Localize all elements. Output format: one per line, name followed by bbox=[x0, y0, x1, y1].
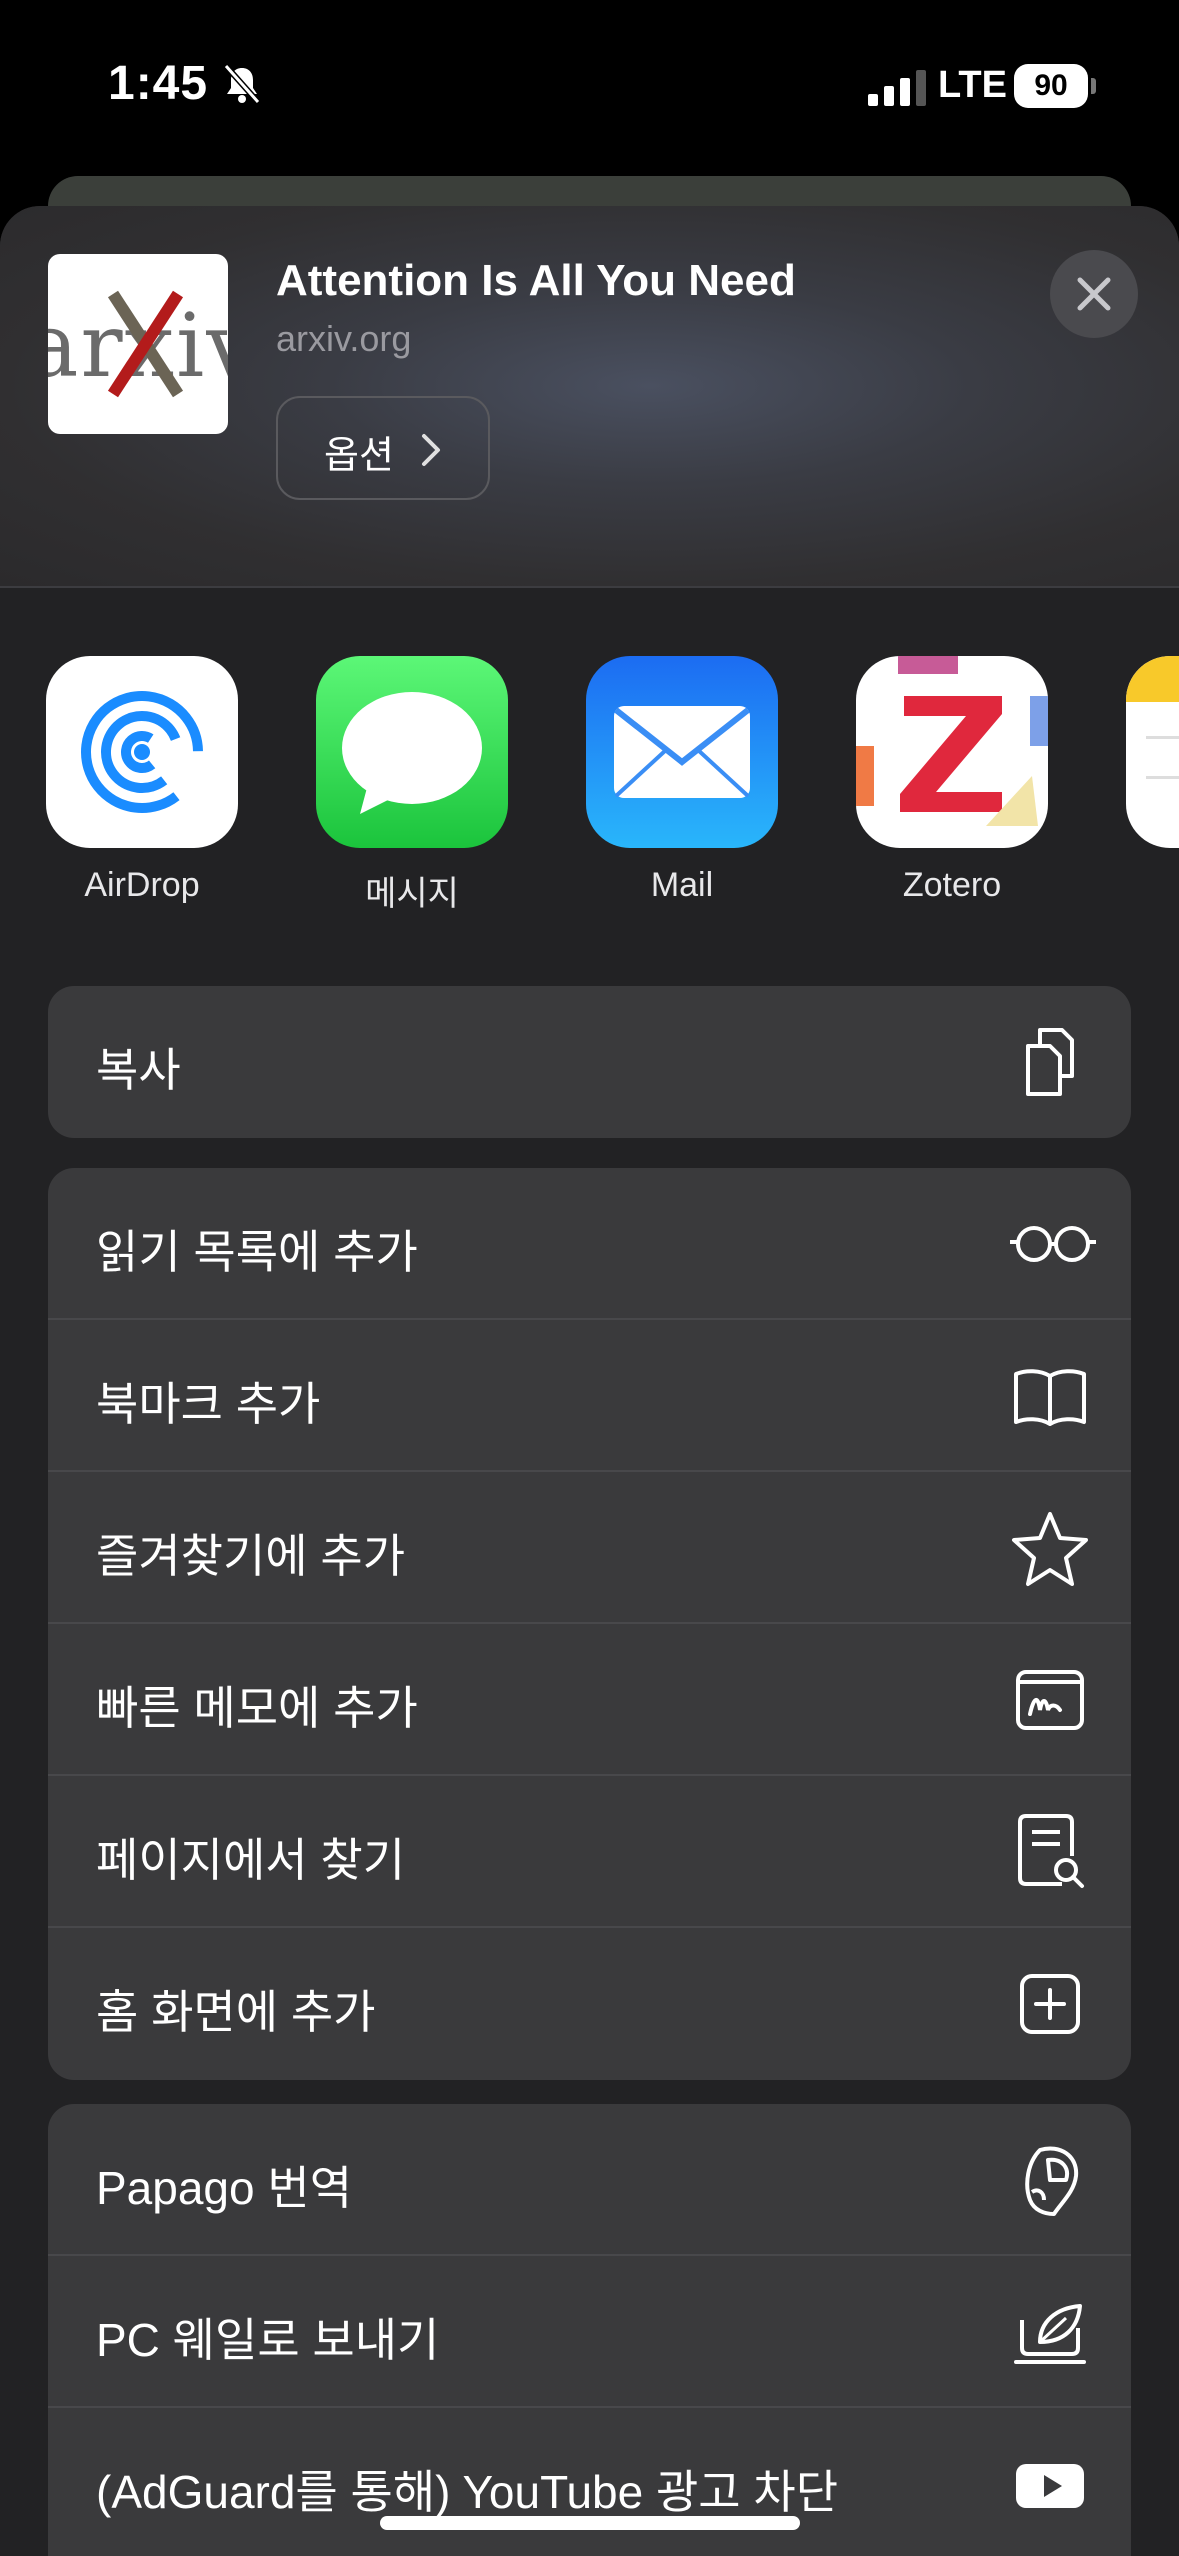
app-label-mail: Mail bbox=[650, 866, 714, 904]
action-label: 즐겨찾기에 추가 bbox=[96, 1530, 406, 1582]
action-group-copy: 복사 bbox=[48, 986, 1131, 1138]
action-find-in-page[interactable]: 페이지에서 찾기 bbox=[48, 1776, 1131, 1928]
share-sheet: arxiv Attention Is All You Need arxiv.or… bbox=[0, 206, 1179, 2556]
action-add-favorite[interactable]: 즐겨찾기에 추가 bbox=[48, 1472, 1131, 1624]
action-label: 홈 화면에 추가 bbox=[96, 1986, 376, 2038]
battery-level: 90 bbox=[1034, 69, 1068, 102]
action-reading-list[interactable]: 읽기 목록에 추가 bbox=[48, 1168, 1131, 1320]
action-adguard-youtube[interactable]: (AdGuard를 통해) YouTube 광고 차단 bbox=[48, 2408, 1131, 2556]
mail-icon bbox=[586, 656, 778, 848]
battery-icon: 90 bbox=[1014, 64, 1096, 108]
find-in-page-icon bbox=[1018, 1814, 1084, 1888]
messages-icon bbox=[316, 656, 508, 848]
close-icon bbox=[1077, 277, 1111, 311]
action-quick-note[interactable]: 빠른 메모에 추가 bbox=[48, 1624, 1131, 1776]
star-icon bbox=[1012, 1512, 1088, 1586]
options-label: 옵션 bbox=[324, 435, 394, 477]
action-label: Papago 번역 bbox=[96, 2162, 353, 2214]
action-add-to-home[interactable]: 홈 화면에 추가 bbox=[48, 1928, 1131, 2080]
page-thumbnail: arxiv bbox=[48, 254, 228, 434]
signal-icon bbox=[868, 70, 926, 106]
share-header: arxiv Attention Is All You Need arxiv.or… bbox=[0, 206, 1179, 586]
add-square-icon bbox=[1020, 1974, 1080, 2034]
copy-icon bbox=[1026, 1028, 1074, 1096]
quick-note-icon bbox=[1016, 1670, 1084, 1730]
action-send-to-whale[interactable]: PC 웨일로 보내기 bbox=[48, 2256, 1131, 2408]
youtube-icon bbox=[1016, 2464, 1084, 2508]
status-time: 1:45 bbox=[108, 57, 209, 110]
header-divider bbox=[0, 586, 1179, 588]
action-label: 북마크 추가 bbox=[96, 1378, 321, 1430]
close-button[interactable] bbox=[1050, 250, 1138, 338]
options-button[interactable]: 옵션 bbox=[276, 396, 490, 500]
action-label: 빠른 메모에 추가 bbox=[96, 1682, 418, 1734]
page-title: Attention Is All You Need bbox=[276, 256, 796, 305]
status-bar: 1:45 LTE 90 bbox=[0, 0, 1179, 170]
whale-icon bbox=[1014, 2304, 1086, 2364]
arxiv-x-icon bbox=[107, 290, 184, 398]
action-label: 복사 bbox=[96, 1044, 181, 1096]
action-group-page: 읽기 목록에 추가 북마크 추가 즐겨찾기에 추가 빠른 메모에 추가 페이지에… bbox=[48, 1168, 1131, 2080]
action-label: (AdGuard를 통해) YouTube 광고 차단 bbox=[96, 2466, 839, 2518]
papago-icon bbox=[1025, 2146, 1079, 2216]
app-label-airdrop: AirDrop bbox=[84, 866, 200, 904]
book-icon bbox=[1014, 1369, 1086, 1426]
bell-slash-icon bbox=[223, 64, 261, 104]
notes-icon bbox=[1126, 656, 1179, 848]
app-label-zotero: Zotero bbox=[902, 866, 1002, 904]
action-label: PC 웨일로 보내기 bbox=[96, 2314, 440, 2366]
page-url: arxiv.org bbox=[276, 318, 412, 359]
app-label-messages: 메시지 bbox=[365, 875, 459, 913]
glasses-icon bbox=[1010, 1226, 1096, 1262]
action-copy[interactable]: 복사 bbox=[48, 986, 1131, 1138]
network-type: LTE bbox=[938, 64, 1007, 106]
action-papago[interactable]: Papago 번역 bbox=[48, 2104, 1131, 2256]
zotero-icon bbox=[856, 656, 1048, 848]
airdrop-icon bbox=[46, 656, 238, 848]
home-indicator[interactable] bbox=[380, 2516, 800, 2530]
chevron-right-icon bbox=[422, 434, 440, 466]
action-label: 페이지에서 찾기 bbox=[96, 1834, 406, 1886]
action-label: 읽기 목록에 추가 bbox=[96, 1226, 418, 1278]
action-add-bookmark[interactable]: 북마크 추가 bbox=[48, 1320, 1131, 1472]
action-group-extensions: Papago 번역 PC 웨일로 보내기 (AdGuard를 통해) YouTu… bbox=[48, 2104, 1131, 2556]
